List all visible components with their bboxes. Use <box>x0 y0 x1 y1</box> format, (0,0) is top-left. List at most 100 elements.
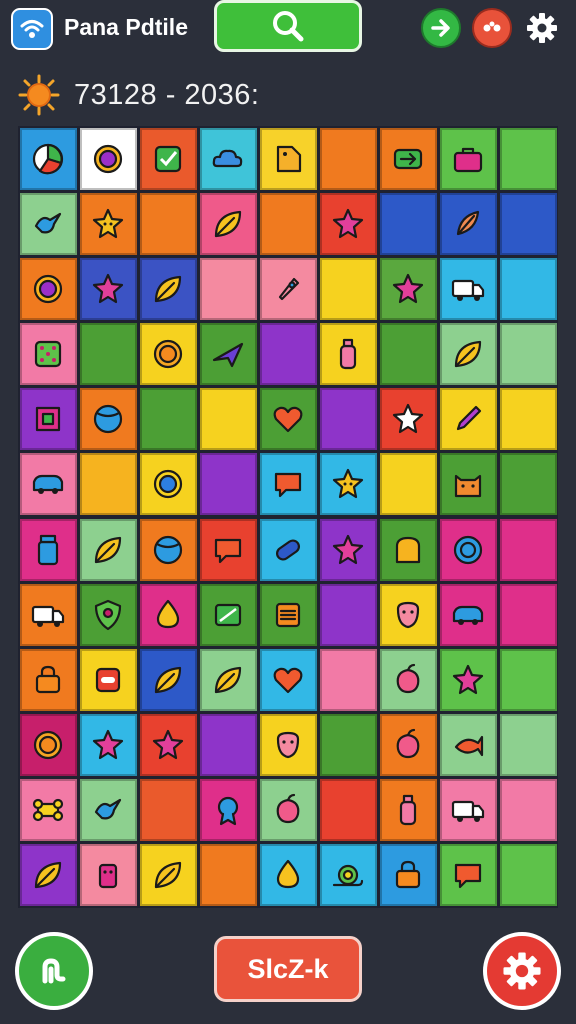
board-tile[interactable] <box>199 127 257 190</box>
board-tile[interactable] <box>379 518 437 581</box>
board-tile[interactable] <box>439 518 497 581</box>
board-tile[interactable] <box>319 257 377 320</box>
board-tile[interactable] <box>499 648 557 711</box>
board-tile[interactable] <box>79 127 137 190</box>
board-tile[interactable] <box>19 453 77 516</box>
board-tile[interactable] <box>139 192 197 255</box>
board-tile[interactable] <box>379 583 437 646</box>
board-tile[interactable] <box>19 583 77 646</box>
board-tile[interactable] <box>19 192 77 255</box>
board-tile[interactable] <box>499 257 557 320</box>
board-tile[interactable] <box>79 583 137 646</box>
board-tile[interactable] <box>439 779 497 842</box>
board-tile[interactable] <box>19 844 77 907</box>
board-tile[interactable] <box>319 648 377 711</box>
board-tile[interactable] <box>19 648 77 711</box>
board-tile[interactable] <box>439 127 497 190</box>
board-tile[interactable] <box>499 714 557 777</box>
board-tile[interactable] <box>19 518 77 581</box>
next-button[interactable] <box>421 8 461 48</box>
board-tile[interactable] <box>379 648 437 711</box>
board-tile[interactable] <box>79 714 137 777</box>
board-tile[interactable] <box>319 127 377 190</box>
board-tile[interactable] <box>319 323 377 386</box>
board-tile[interactable] <box>379 779 437 842</box>
board-tile[interactable] <box>379 388 437 451</box>
board-tile[interactable] <box>259 844 317 907</box>
board-tile[interactable] <box>139 388 197 451</box>
board-tile[interactable] <box>319 714 377 777</box>
board-tile[interactable] <box>499 583 557 646</box>
board-tile[interactable] <box>199 518 257 581</box>
board-tile[interactable] <box>259 518 317 581</box>
board-tile[interactable] <box>139 844 197 907</box>
board-tile[interactable] <box>19 323 77 386</box>
board-tile[interactable] <box>259 779 317 842</box>
board-tile[interactable] <box>139 518 197 581</box>
board-tile[interactable] <box>319 388 377 451</box>
board-tile[interactable] <box>379 192 437 255</box>
board-tile[interactable] <box>19 127 77 190</box>
board-tile[interactable] <box>199 844 257 907</box>
board-tile[interactable] <box>199 323 257 386</box>
board-tile[interactable] <box>439 453 497 516</box>
board-tile[interactable] <box>439 583 497 646</box>
board-tile[interactable] <box>79 844 137 907</box>
board-tile[interactable] <box>79 257 137 320</box>
board-tile[interactable] <box>439 844 497 907</box>
search-button[interactable] <box>214 0 362 52</box>
board-tile[interactable] <box>139 583 197 646</box>
board-tile[interactable] <box>79 518 137 581</box>
board-tile[interactable] <box>379 127 437 190</box>
board-tile[interactable] <box>379 714 437 777</box>
board-tile[interactable] <box>319 583 377 646</box>
home-button[interactable] <box>15 932 93 1010</box>
board-tile[interactable] <box>19 714 77 777</box>
board-tile[interactable] <box>319 844 377 907</box>
settings-top-button[interactable] <box>522 8 562 48</box>
board-tile[interactable] <box>199 779 257 842</box>
board-tile[interactable] <box>139 127 197 190</box>
board-tile[interactable] <box>319 453 377 516</box>
board-tile[interactable] <box>139 453 197 516</box>
board-tile[interactable] <box>379 323 437 386</box>
board-tile[interactable] <box>199 388 257 451</box>
board-tile[interactable] <box>19 388 77 451</box>
board-tile[interactable] <box>379 844 437 907</box>
board-tile[interactable] <box>139 257 197 320</box>
board-tile[interactable] <box>259 583 317 646</box>
board-tile[interactable] <box>199 453 257 516</box>
board-tile[interactable] <box>259 127 317 190</box>
board-tile[interactable] <box>199 583 257 646</box>
board-tile[interactable] <box>439 323 497 386</box>
board-tile[interactable] <box>79 779 137 842</box>
board-tile[interactable] <box>499 323 557 386</box>
board-tile[interactable] <box>199 257 257 320</box>
board-tile[interactable] <box>139 323 197 386</box>
board-tile[interactable] <box>79 648 137 711</box>
board-tile[interactable] <box>139 648 197 711</box>
board-tile[interactable] <box>499 518 557 581</box>
board-tile[interactable] <box>439 714 497 777</box>
board-tile[interactable] <box>199 192 257 255</box>
action-button[interactable]: SlcZ-k <box>214 936 362 1002</box>
board-tile[interactable] <box>199 714 257 777</box>
board-tile[interactable] <box>439 648 497 711</box>
board-tile[interactable] <box>259 388 317 451</box>
board-tile[interactable] <box>439 257 497 320</box>
board-tile[interactable] <box>79 388 137 451</box>
board-tile[interactable] <box>319 779 377 842</box>
settings-button[interactable] <box>483 932 561 1010</box>
board-tile[interactable] <box>259 453 317 516</box>
board-tile[interactable] <box>19 257 77 320</box>
board-tile[interactable] <box>139 779 197 842</box>
board-tile[interactable] <box>439 192 497 255</box>
wifi-badge-icon[interactable] <box>11 8 53 50</box>
board-tile[interactable] <box>499 453 557 516</box>
board-tile[interactable] <box>259 714 317 777</box>
board-tile[interactable] <box>259 648 317 711</box>
board-tile[interactable] <box>499 779 557 842</box>
board-tile[interactable] <box>259 257 317 320</box>
favorites-button[interactable] <box>472 8 512 48</box>
board-tile[interactable] <box>199 648 257 711</box>
